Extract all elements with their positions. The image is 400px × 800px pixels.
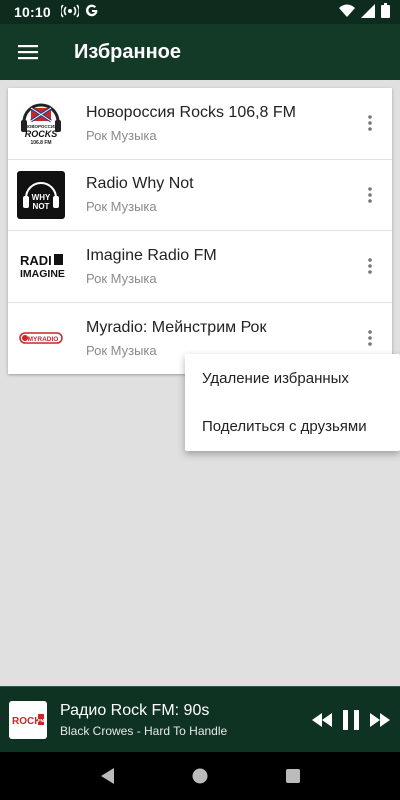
svg-text:106.8 FM: 106.8 FM	[30, 140, 51, 146]
menu-item-share-with-friends[interactable]: Поделиться с друзьями	[185, 402, 400, 450]
status-time: 10:10	[14, 4, 51, 20]
more-vert-icon[interactable]	[352, 175, 388, 215]
svg-text:NOT: NOT	[33, 202, 50, 211]
system-navigation-bar	[0, 752, 400, 800]
recents-icon[interactable]	[273, 756, 313, 796]
station-name: Новороссия Rocks 106,8 FM	[86, 103, 296, 121]
favorites-list: НОВОРОССИЯ ROCKS 106.8 FM Новороссия Roc…	[8, 88, 392, 374]
station-name: Imagine Radio FM	[86, 246, 217, 264]
hamburger-menu-icon[interactable]	[0, 24, 56, 80]
player-station-title: Радио Rock FM: 90s	[60, 701, 210, 719]
battery-icon	[381, 3, 390, 21]
more-vert-icon[interactable]	[352, 103, 388, 143]
google-g-icon	[85, 4, 99, 21]
signal-icon	[361, 3, 375, 21]
player-track-title: Black Crowes - Hard To Handle	[60, 723, 228, 738]
svg-text:MYRADIO: MYRADIO	[28, 336, 59, 343]
overflow-popup-menu: Удаление избранных Поделиться с друзьями	[185, 354, 400, 451]
list-item[interactable]: RADI IMAGINE Imagine Radio FM Рок Музыка	[8, 231, 392, 303]
station-name: Myradio: Мейнстрим Рок	[86, 318, 267, 336]
rewind-icon[interactable]	[312, 712, 332, 727]
svg-text:WHY: WHY	[32, 193, 51, 202]
wifi-icon	[339, 4, 355, 21]
imagine-radio-logo: RADI IMAGINE	[16, 241, 66, 291]
list-item[interactable]: WHY NOT Radio Why Not Рок Музыка	[8, 160, 392, 231]
list-item[interactable]: НОВОРОССИЯ ROCKS 106.8 FM Новороссия Roc…	[8, 88, 392, 160]
station-genre: Рок Музыка	[86, 127, 157, 143]
novorossiya-rocks-logo: НОВОРОССИЯ ROCKS 106.8 FM	[16, 98, 66, 148]
svg-text:IMAGINE: IMAGINE	[20, 268, 65, 280]
more-vert-icon[interactable]	[352, 246, 388, 286]
svg-text:RADI: RADI	[20, 253, 52, 268]
status-bar: 10:10	[0, 0, 400, 24]
station-name: Radio Why Not	[86, 175, 194, 193]
station-genre: Рок Музыка	[86, 199, 157, 215]
mini-player[interactable]: ROCK FM Радио Rock FM: 90s Black Crowes …	[0, 686, 400, 752]
radio-icon	[59, 3, 80, 21]
svg-text:FM: FM	[38, 718, 45, 723]
home-icon[interactable]	[180, 756, 220, 796]
radio-why-not-logo: WHY NOT	[16, 170, 66, 220]
pause-icon[interactable]	[342, 709, 360, 730]
rock-fm-logo: ROCK FM	[9, 700, 47, 739]
menu-item-remove-favorites[interactable]: Удаление избранных	[185, 354, 400, 402]
app-bar: Избранное	[0, 24, 400, 80]
more-vert-icon[interactable]	[352, 318, 388, 358]
myradio-logo: MYRADIO	[16, 313, 66, 363]
back-icon[interactable]	[87, 756, 127, 796]
page-title: Избранное	[74, 40, 182, 63]
fast-forward-icon[interactable]	[370, 712, 390, 727]
station-genre: Рок Музыка	[86, 270, 157, 286]
svg-text:ROCKS: ROCKS	[25, 129, 58, 139]
